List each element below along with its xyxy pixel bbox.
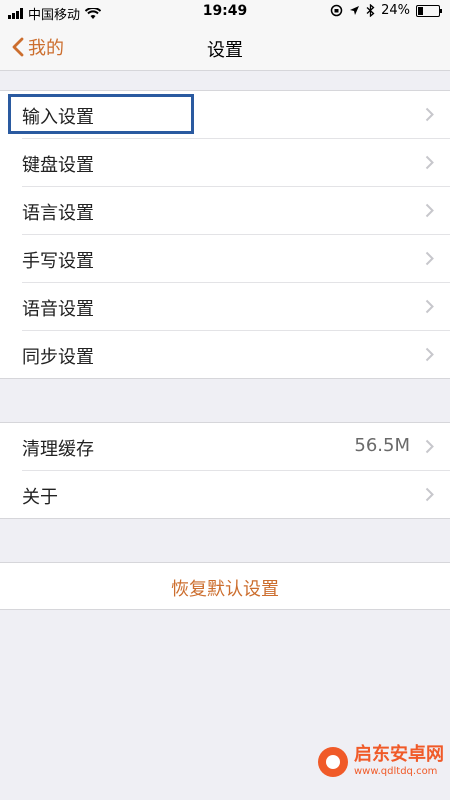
chevron-right-icon bbox=[425, 299, 434, 314]
battery-icon bbox=[416, 4, 442, 17]
battery-percent: 24% bbox=[381, 3, 410, 18]
settings-row-about[interactable]: 关于 bbox=[22, 471, 450, 518]
page-title: 设置 bbox=[207, 40, 243, 61]
orientation-lock-icon bbox=[330, 4, 343, 17]
settings-group-input: 输入设置 键盘设置 语言设置 手写设置 语音设置 同步设置 bbox=[0, 90, 450, 379]
row-label: 语言设置 bbox=[22, 203, 94, 224]
settings-row-handwriting[interactable]: 手写设置 bbox=[22, 235, 450, 283]
settings-row-clear-cache[interactable]: 清理缓存 56.5M bbox=[22, 423, 450, 471]
chevron-right-icon bbox=[425, 203, 434, 218]
location-icon bbox=[350, 6, 360, 15]
watermark-text: 启东安卓网 www.qdltdq.com bbox=[354, 746, 444, 777]
row-label: 关于 bbox=[22, 487, 58, 508]
chevron-right-icon bbox=[425, 251, 434, 266]
row-label: 清理缓存 bbox=[22, 439, 94, 460]
settings-row-sync[interactable]: 同步设置 bbox=[22, 331, 450, 378]
row-label: 手写设置 bbox=[22, 251, 94, 272]
watermark-title: 启东安卓网 bbox=[354, 744, 444, 765]
row-label: 输入设置 bbox=[22, 107, 94, 128]
watermark: 启东安卓网 www.qdltdq.com bbox=[318, 746, 444, 777]
status-right: 24% bbox=[330, 3, 442, 18]
chevron-right-icon bbox=[425, 155, 434, 170]
watermark-logo-icon bbox=[318, 746, 348, 777]
settings-row-input[interactable]: 输入设置 bbox=[22, 91, 450, 139]
cache-size: 56.5M bbox=[354, 435, 410, 456]
bluetooth-icon bbox=[366, 4, 375, 17]
chevron-right-icon bbox=[425, 107, 434, 122]
settings-row-voice[interactable]: 语音设置 bbox=[22, 283, 450, 331]
settings-row-keyboard[interactable]: 键盘设置 bbox=[22, 139, 450, 187]
reset-defaults-button[interactable]: 恢复默认设置 bbox=[0, 562, 450, 610]
watermark-url: www.qdltdq.com bbox=[354, 766, 438, 777]
settings-row-language[interactable]: 语言设置 bbox=[22, 187, 450, 235]
row-label: 键盘设置 bbox=[22, 155, 94, 176]
status-bar: 中国移动 19:49 24% bbox=[0, 0, 450, 24]
reset-label: 恢复默认设置 bbox=[171, 579, 279, 600]
chevron-right-icon bbox=[425, 439, 434, 454]
row-label: 语音设置 bbox=[22, 299, 94, 320]
chevron-right-icon bbox=[425, 487, 434, 502]
chevron-right-icon bbox=[425, 347, 434, 362]
nav-bar: 我的 设置 bbox=[0, 24, 450, 71]
row-label: 同步设置 bbox=[22, 347, 94, 368]
settings-group-misc: 清理缓存 56.5M 关于 bbox=[0, 422, 450, 519]
